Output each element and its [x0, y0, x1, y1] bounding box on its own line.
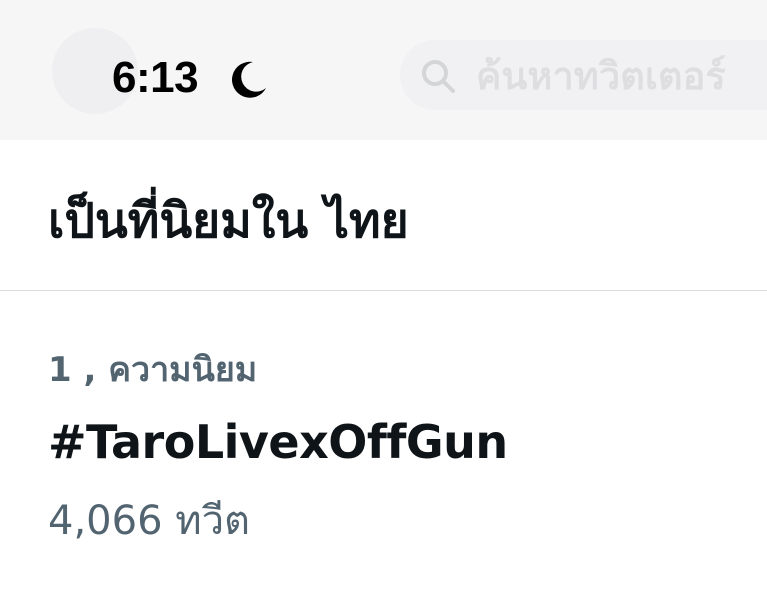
- top-bar: 6:13 ค้นหาทวิตเตอร์: [0, 0, 767, 140]
- search-placeholder: ค้นหาทวิตเตอร์: [476, 54, 726, 98]
- page-title: เป็นที่นิยมใน ไทย: [48, 193, 409, 249]
- search-icon: [422, 60, 455, 93]
- trend-tweet-count: 4,066 ทวีต: [48, 498, 251, 544]
- moon-icon: [232, 61, 266, 98]
- trend-hashtag[interactable]: #TaroLivexOffGun: [48, 411, 508, 473]
- status-bar-time: 6:13: [112, 53, 199, 102]
- trend-rank-label: 1 , ความนิยม: [48, 350, 258, 390]
- trend-item[interactable]: 1 , ความนิยม #TaroLivexOffGun 4,066 ทวีต: [0, 291, 767, 608]
